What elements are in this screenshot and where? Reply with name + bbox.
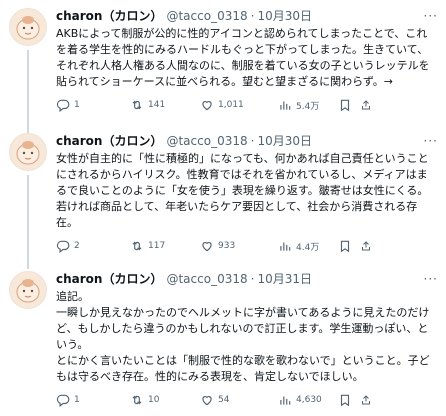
author-name[interactable]: charon（カロン）	[56, 271, 162, 287]
thread-connector	[27, 50, 29, 133]
reply-button[interactable]: 1	[56, 393, 130, 407]
separator-dot: ·	[250, 9, 255, 23]
retweet-icon	[132, 241, 142, 251]
tweet-header: charon（カロン） @tacco_0318 · 10月31日 ···	[56, 271, 438, 287]
views-button[interactable]: 4.4万	[278, 239, 338, 253]
views-chart-icon	[280, 396, 291, 405]
more-icon[interactable]: ···	[424, 8, 438, 24]
like-button[interactable]: 1,011	[200, 98, 278, 112]
like-count: 933	[218, 241, 236, 251]
bookmark-icon	[340, 99, 350, 112]
retweet-button[interactable]: 117	[130, 239, 200, 253]
retweet-count: 117	[148, 241, 166, 251]
separator-dot: ·	[250, 134, 255, 148]
view-count: 4.4万	[296, 242, 320, 253]
heart-icon	[202, 242, 212, 252]
like-button[interactable]: 933	[200, 239, 278, 253]
retweet-button[interactable]: 10	[130, 393, 200, 407]
heart-icon	[202, 396, 212, 406]
tweet-text: AKBによって制服が公的に性的アイコンと認められてしまったことで、これを着る学生…	[56, 27, 430, 88]
retweet-icon	[132, 395, 142, 405]
reply-icon	[56, 394, 70, 407]
bookmark-button[interactable]	[338, 239, 360, 253]
more-icon[interactable]: ···	[424, 133, 438, 149]
avatar[interactable]	[9, 271, 47, 309]
author-handle[interactable]: @tacco_0318	[166, 8, 247, 24]
tweet[interactable]: charon（カロン） @tacco_0318 · 10月31日 ··· 追記。…	[0, 261, 446, 416]
share-icon	[362, 241, 370, 251]
reply-count: 1	[74, 395, 80, 405]
retweet-count: 141	[148, 100, 166, 110]
separator-dot: ·	[250, 272, 255, 286]
reply-button[interactable]: 2	[56, 239, 130, 253]
tweet-thread: charon（カロン） @tacco_0318 · 10月30日 ··· AKB…	[0, 0, 446, 416]
views-button[interactable]: 5.4万	[278, 98, 338, 112]
thread-connector	[27, 175, 29, 269]
like-button[interactable]: 54	[200, 393, 278, 407]
tweet-date[interactable]: 10月31日	[257, 271, 312, 287]
tweet-date[interactable]: 10月30日	[257, 133, 312, 149]
tweet-header: charon（カロン） @tacco_0318 · 10月30日 ···	[56, 8, 438, 24]
like-count: 1,011	[218, 100, 244, 110]
retweet-count: 10	[148, 395, 160, 405]
share-button[interactable]	[360, 98, 376, 112]
avatar-illustration	[16, 141, 40, 165]
heart-icon	[202, 101, 212, 111]
avatar-illustration	[16, 279, 40, 303]
retweet-icon	[132, 100, 142, 110]
more-icon[interactable]: ···	[424, 271, 438, 287]
reply-button[interactable]: 1	[56, 98, 130, 112]
tweet-actions: 1 141 1,011 5.4万	[56, 96, 438, 114]
author-name[interactable]: charon（カロン）	[56, 133, 162, 149]
tweet[interactable]: charon（カロン） @tacco_0318 · 10月30日 ··· AKB…	[0, 0, 446, 133]
share-button[interactable]	[360, 239, 376, 253]
views-chart-icon	[280, 242, 291, 251]
tweet-actions: 2 117 933 4.4万	[56, 237, 438, 255]
reply-icon	[56, 240, 70, 253]
views-button[interactable]: 4,630	[278, 393, 338, 407]
views-chart-icon	[280, 101, 291, 110]
author-handle[interactable]: @tacco_0318	[166, 271, 247, 287]
tweet-text: 女性が自主的に「性に積極的」になっても、何かあれば自己責任ということにされるから…	[56, 152, 429, 229]
author-name[interactable]: charon（カロン）	[56, 8, 162, 24]
bookmark-button[interactable]	[338, 393, 360, 407]
retweet-button[interactable]: 141	[130, 98, 200, 112]
share-icon	[362, 395, 370, 405]
author-handle[interactable]: @tacco_0318	[166, 133, 247, 149]
view-count: 4,630	[296, 395, 322, 405]
tweet-date[interactable]: 10月30日	[257, 8, 312, 24]
avatar-illustration	[16, 16, 40, 40]
bookmark-icon	[340, 394, 350, 407]
avatar[interactable]	[9, 133, 47, 171]
tweet-header: charon（カロン） @tacco_0318 · 10月30日 ···	[56, 133, 438, 149]
reply-count: 2	[74, 241, 80, 251]
tweet-actions: 1 10 54 4,630	[56, 391, 438, 409]
view-count: 5.4万	[296, 101, 320, 112]
tweet-text: 追記。 一瞬しか見えなかったのでヘルメットに字が書いてあるように見えたのだけど、…	[56, 290, 430, 383]
tweet[interactable]: charon（カロン） @tacco_0318 · 10月30日 ··· 女性が…	[0, 125, 446, 269]
avatar[interactable]	[9, 8, 47, 46]
bookmark-button[interactable]	[338, 98, 360, 112]
like-count: 54	[218, 395, 230, 405]
reply-icon	[56, 99, 70, 112]
reply-count: 1	[74, 100, 80, 110]
share-icon	[362, 100, 370, 110]
bookmark-icon	[340, 240, 350, 253]
share-button[interactable]	[360, 393, 376, 407]
